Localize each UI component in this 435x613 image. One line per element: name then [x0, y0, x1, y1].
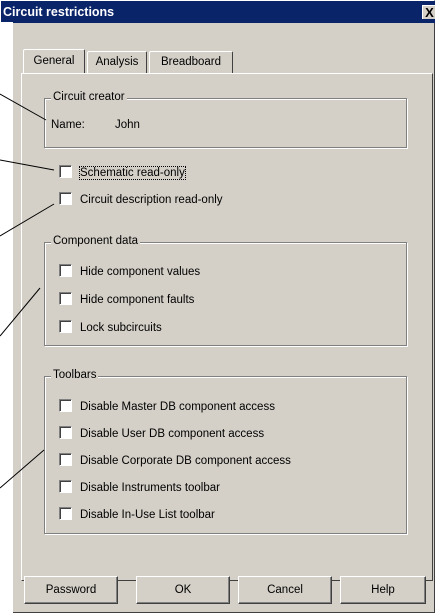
callout-line-toolbars: [0, 449, 45, 489]
callout-lines: [0, 93, 55, 489]
callout-line-description: [0, 203, 55, 237]
tab-general-label: General: [33, 55, 75, 67]
callout-line-creator: [0, 93, 47, 121]
tab-general[interactable]: General: [23, 49, 85, 73]
callout-line-schematic: [0, 159, 55, 171]
callout-line-component-data: [0, 287, 41, 337]
